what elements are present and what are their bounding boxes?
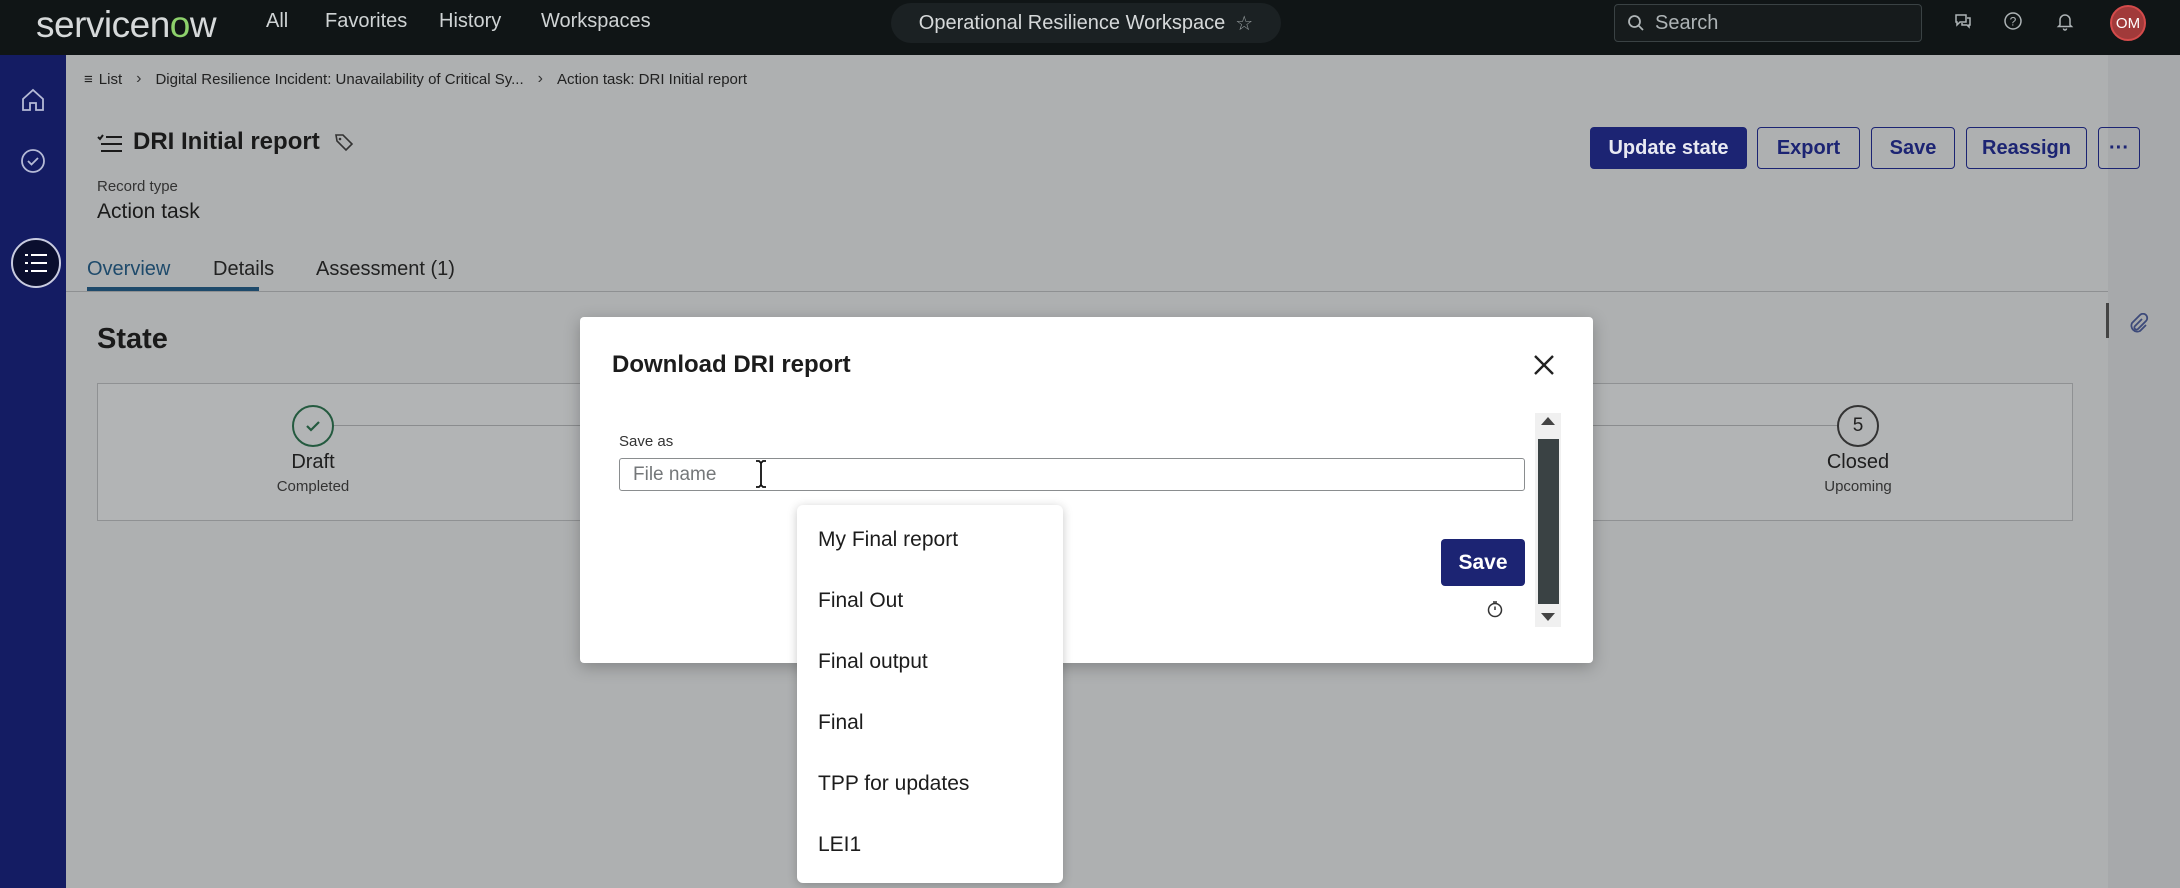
top-navigation-bar: servicenow All Favorites History Workspa… [0,0,2180,55]
reassign-button[interactable]: Reassign [1966,127,2087,169]
chevron-right-icon: › [136,70,142,87]
scroll-down-arrow-icon[interactable] [1541,613,1555,621]
more-actions-button[interactable]: ··· [2098,127,2140,169]
modal-title: Download DRI report [612,351,851,378]
tab-overview[interactable]: Overview [87,258,170,281]
record-title-row: DRI Initial report [133,128,354,156]
workspace-title: Operational Resilience Workspace [918,11,1226,34]
progress-connector [334,425,594,426]
global-search[interactable]: Search [1614,4,1922,42]
breadcrumb-list-link[interactable]: ≡ List [84,71,122,88]
state-section-title: State [97,323,168,355]
suggestion-item[interactable]: LEI1 [818,833,861,857]
step-draft-status: Completed [276,478,350,495]
step-closed-name: Closed [1826,451,1890,473]
workspace-title-pill: Operational Resilience Workspace ☆ [891,3,1281,43]
notifications-bell-icon[interactable] [2054,10,2076,32]
close-icon[interactable] [1530,351,1558,379]
text-cursor-icon [756,460,766,488]
chevron-right-icon: › [537,70,543,87]
scroll-up-arrow-icon[interactable] [1541,417,1555,425]
breadcrumb-incident-link[interactable]: Digital Resilience Incident: Unavailabil… [155,71,523,88]
breadcrumb-current: Action task: DRI Initial report [556,70,748,88]
nav-history[interactable]: History [439,10,501,33]
tab-details[interactable]: Details [213,258,274,281]
step-closed-status: Upcoming [1824,478,1892,495]
right-rail-divider [2106,303,2109,338]
suggestion-item[interactable]: TPP for updates [818,772,969,796]
svg-text:?: ? [2010,15,2017,29]
favorite-star-icon[interactable]: ☆ [1235,11,1253,36]
right-sidebar-rail [2108,55,2180,888]
servicenow-logo[interactable]: servicenow [36,4,217,46]
user-avatar[interactable]: OM [2110,5,2146,41]
active-tab-indicator [87,287,259,291]
tab-assessment[interactable]: Assessment (1) [316,258,455,281]
list-menu-icon[interactable] [11,238,61,288]
search-placeholder: Search [1655,11,1719,34]
step-draft-name: Draft [291,451,335,473]
step-closed-number: 5 [1837,405,1879,447]
search-icon [1628,15,1644,31]
nav-all[interactable]: All [266,10,288,33]
file-name-suggestions-dropdown: My Final report Final Out Final output F… [797,505,1063,883]
export-button[interactable]: Export [1757,127,1860,169]
save-record-button[interactable]: Save [1871,127,1955,169]
save-as-label: Save as [619,433,674,450]
home-icon[interactable] [18,85,48,115]
tag-icon[interactable] [334,132,354,152]
modal-save-button[interactable]: Save [1441,539,1525,586]
task-list-icon [97,134,122,152]
progress-connector [1593,425,1837,426]
record-title: DRI Initial report [133,128,320,155]
modal-scrollbar-thumb[interactable] [1538,439,1559,604]
attachment-paperclip-icon[interactable] [2122,308,2154,340]
record-type-label: Record type [97,178,178,195]
suggestion-item[interactable]: My Final report [818,528,958,552]
chat-icon[interactable] [1952,10,1974,32]
suggestion-item[interactable]: Final [818,711,864,735]
suggestion-item[interactable]: Final Out [818,589,903,613]
record-type-value: Action task [97,200,200,223]
timer-icon [1487,601,1503,618]
list-icon: ≡ [84,70,93,88]
suggestion-item[interactable]: Final output [818,650,928,674]
breadcrumb: ≡ List › Digital Resilience Incident: Un… [84,70,747,88]
nav-workspaces[interactable]: Workspaces [541,10,651,33]
check-circle-icon[interactable] [18,146,48,176]
download-report-modal: Download DRI report Save as Save [580,317,1593,663]
breadcrumb-list-label: List [98,70,123,88]
update-state-button[interactable]: Update state [1590,127,1747,169]
nav-favorites[interactable]: Favorites [325,10,407,33]
step-completed-check-icon [292,405,334,447]
left-sidebar-rail [0,55,66,888]
record-tabs: Overview Details Assessment (1) [66,254,2108,292]
help-icon[interactable]: ? [2002,10,2024,32]
